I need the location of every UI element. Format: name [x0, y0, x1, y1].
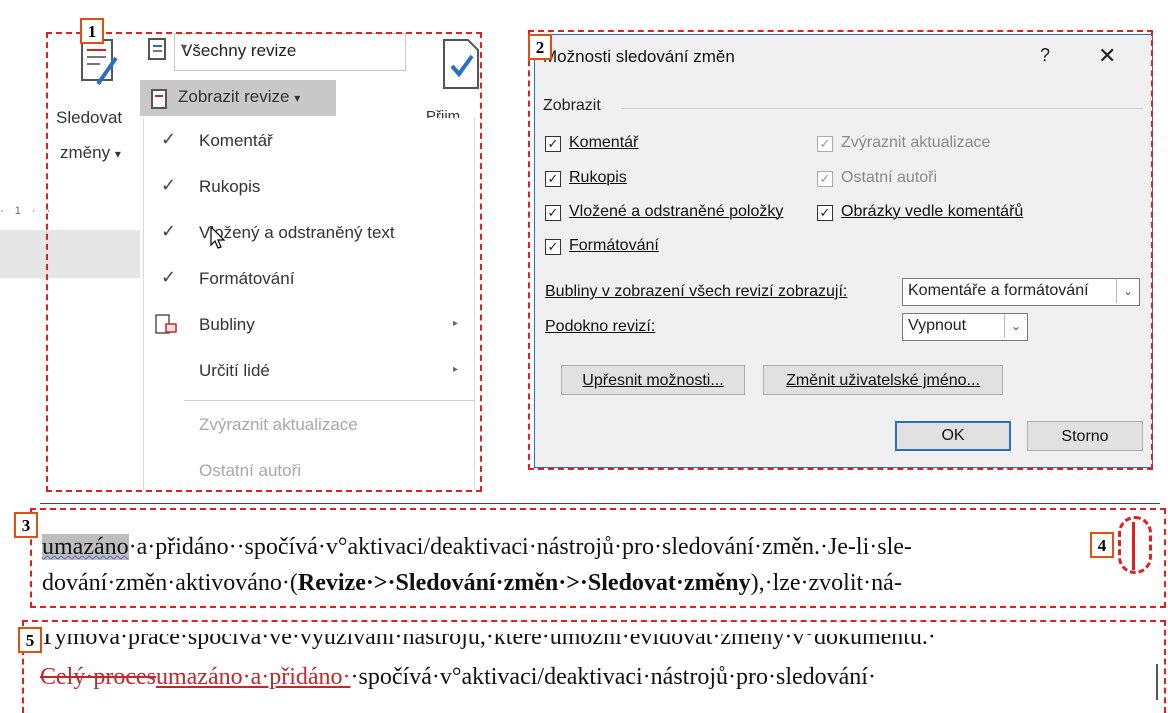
annotation-frame-1 [46, 32, 482, 492]
annotation-number-4: 4 [1090, 532, 1114, 558]
clipped-text-edge [40, 503, 1160, 504]
annotation-frame-4 [1118, 516, 1152, 574]
change-bar-indicator [1132, 522, 1135, 570]
annotation-frame-2 [528, 30, 1153, 470]
annotation-frame-3 [30, 508, 1166, 608]
annotation-number-1: 1 [80, 18, 104, 44]
annotation-number-5: 5 [18, 627, 42, 653]
annotation-frame-5 [22, 620, 1166, 713]
annotation-number-3: 3 [14, 512, 38, 538]
annotation-number-2: 2 [528, 34, 552, 60]
